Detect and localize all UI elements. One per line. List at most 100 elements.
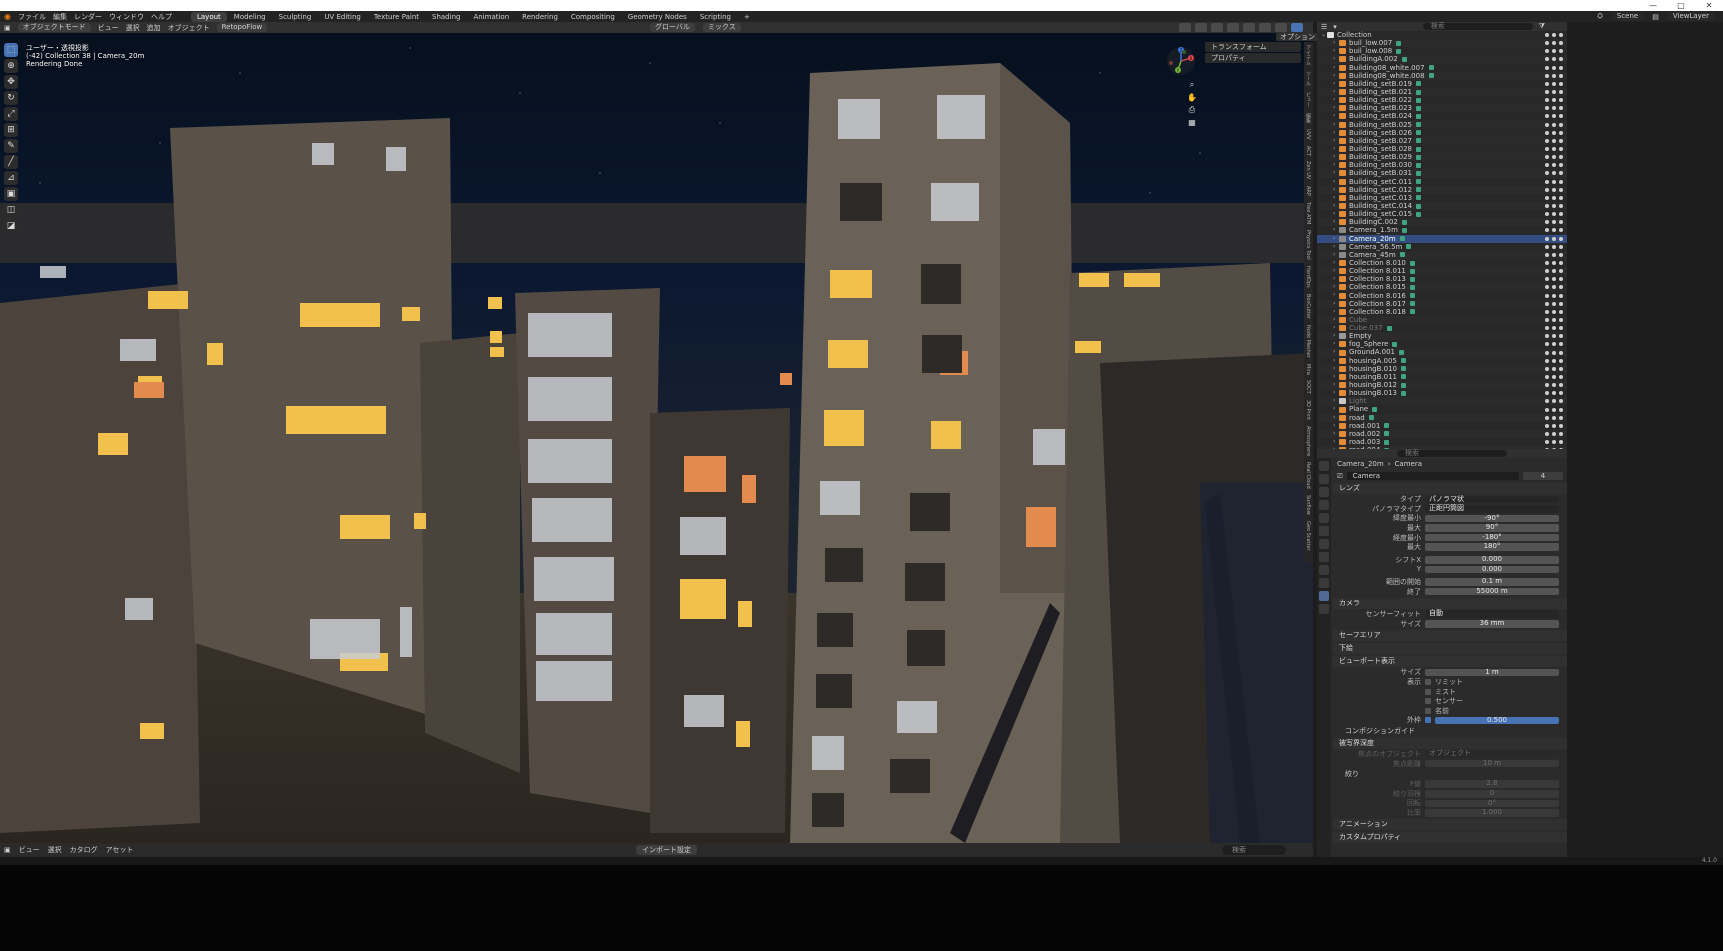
- data-badge-icon[interactable]: [1416, 203, 1422, 209]
- data-badge-icon[interactable]: [1415, 130, 1421, 136]
- blender-logo-icon[interactable]: ◉: [4, 12, 11, 21]
- checkbox-icon[interactable]: [1545, 252, 1549, 257]
- checkbox-icon[interactable]: [1545, 350, 1549, 355]
- outliner-row[interactable]: › buil_low.007: [1317, 39, 1567, 48]
- data-badge-icon[interactable]: [1401, 227, 1407, 233]
- outliner-row[interactable]: › Cube.037: [1317, 324, 1567, 332]
- menu-view[interactable]: ビュー: [98, 23, 119, 33]
- eye-icon[interactable]: [1552, 212, 1556, 217]
- expand-arrow-icon[interactable]: ›: [1333, 194, 1335, 202]
- checkbox-icon[interactable]: [1545, 106, 1549, 111]
- camera-render-icon[interactable]: [1559, 90, 1563, 95]
- camera-render-icon[interactable]: [1559, 163, 1563, 168]
- clip-end-field[interactable]: 55000 m: [1425, 587, 1559, 596]
- data-badge-icon[interactable]: [1428, 65, 1434, 71]
- limits-checkbox[interactable]: [1425, 679, 1431, 686]
- eye-icon[interactable]: [1552, 81, 1556, 86]
- checkbox-icon[interactable]: [1545, 334, 1549, 339]
- overlay-toggle-icon[interactable]: [1211, 23, 1223, 32]
- menu-add[interactable]: 追加: [147, 23, 161, 33]
- checkbox-icon[interactable]: [1545, 236, 1549, 241]
- checkbox-icon[interactable]: [1545, 138, 1549, 143]
- data-badge-icon[interactable]: [1399, 350, 1404, 356]
- outliner-row[interactable]: › Building_setB.023: [1317, 104, 1567, 113]
- expand-arrow-icon[interactable]: ›: [1333, 47, 1335, 55]
- data-badge-icon[interactable]: [1401, 366, 1407, 372]
- focus-distance-field[interactable]: 10 m: [1425, 759, 1559, 768]
- expand-arrow-icon[interactable]: ⌄: [1321, 31, 1326, 39]
- longitude-max-field[interactable]: 180°: [1425, 543, 1559, 552]
- expand-arrow-icon[interactable]: ›: [1333, 373, 1335, 381]
- outliner-row[interactable]: › Collection 8.016: [1317, 291, 1567, 300]
- camera-render-icon[interactable]: [1559, 41, 1563, 46]
- camera-render-icon[interactable]: [1559, 33, 1563, 38]
- outliner-row[interactable]: › Building_setC.015: [1317, 210, 1567, 218]
- asset-menu-asset[interactable]: アセット: [106, 845, 134, 855]
- outliner-row[interactable]: › road.001: [1317, 422, 1567, 430]
- checkbox-icon[interactable]: [1545, 277, 1549, 282]
- eye-icon[interactable]: [1552, 98, 1556, 103]
- sidebar-tab[interactable]: ACT: [1304, 143, 1312, 159]
- menu-help[interactable]: ヘルプ: [151, 12, 172, 22]
- data-badge-icon[interactable]: [1396, 48, 1402, 54]
- pan-hand-icon[interactable]: ✋: [1186, 93, 1198, 102]
- data-badge-icon[interactable]: [1384, 423, 1390, 429]
- outliner-row[interactable]: › Building_setB.030: [1317, 161, 1567, 169]
- camera-render-icon[interactable]: [1559, 204, 1563, 209]
- annotate-line-tool-icon[interactable]: ╱: [4, 155, 18, 169]
- data-badge-icon[interactable]: [1401, 390, 1407, 396]
- expand-arrow-icon[interactable]: ›: [1333, 145, 1335, 153]
- sensor-fit-dropdown[interactable]: 自動: [1425, 610, 1559, 619]
- eye-icon[interactable]: [1552, 106, 1556, 111]
- zoom-icon[interactable]: ⌕: [1186, 80, 1198, 90]
- checkbox-icon[interactable]: [1545, 57, 1549, 62]
- outliner-row[interactable]: › road.002: [1317, 430, 1567, 439]
- expand-arrow-icon[interactable]: ›: [1333, 405, 1335, 413]
- expand-arrow-icon[interactable]: ›: [1333, 39, 1335, 47]
- outliner-row[interactable]: › Collection 8.017: [1317, 300, 1567, 308]
- eye-icon[interactable]: [1552, 33, 1556, 38]
- sidebar-tab[interactable]: Node Mesher: [1304, 322, 1312, 361]
- camera-render-icon[interactable]: [1559, 171, 1563, 176]
- camera-render-icon[interactable]: [1559, 122, 1563, 127]
- outliner-row[interactable]: › Building_setC.011: [1317, 178, 1567, 186]
- eye-icon[interactable]: [1552, 122, 1556, 127]
- checkbox-icon[interactable]: [1545, 342, 1549, 347]
- outliner-row[interactable]: › Building_setB.024: [1317, 112, 1567, 120]
- eye-icon[interactable]: [1552, 171, 1556, 176]
- checkbox-icon[interactable]: [1545, 415, 1549, 420]
- add-workspace-button[interactable]: +: [738, 12, 756, 22]
- sidebar-tab[interactable]: ビュー: [1304, 89, 1313, 110]
- eye-icon[interactable]: [1552, 350, 1556, 355]
- expand-arrow-icon[interactable]: ›: [1333, 316, 1335, 324]
- depth-of-field-panel-header[interactable]: 被写界深度: [1333, 737, 1567, 749]
- eye-icon[interactable]: [1552, 366, 1556, 371]
- retopoflow-button[interactable]: RetopoFlow: [216, 23, 268, 32]
- longitude-min-field[interactable]: -180°: [1425, 533, 1559, 542]
- tab-sculpting[interactable]: Sculpting: [273, 12, 318, 22]
- camera-render-icon[interactable]: [1559, 342, 1563, 347]
- data-badge-icon[interactable]: [1386, 325, 1392, 331]
- expand-arrow-icon[interactable]: ›: [1333, 381, 1335, 389]
- menu-edit[interactable]: 編集: [53, 12, 67, 22]
- checkbox-icon[interactable]: [1545, 285, 1549, 290]
- render-tab-icon[interactable]: [1319, 474, 1329, 484]
- data-badge-icon[interactable]: [1416, 195, 1422, 201]
- measure-tool-icon[interactable]: ⊿: [4, 171, 18, 185]
- sidebar-tab[interactable]: Tree ATM: [1304, 199, 1312, 227]
- outliner-row[interactable]: › Collection 8.011: [1317, 267, 1567, 276]
- expand-arrow-icon[interactable]: ›: [1333, 283, 1335, 291]
- asset-menu-view[interactable]: ビュー: [19, 845, 40, 855]
- checkbox-icon[interactable]: [1545, 301, 1549, 306]
- checkbox-icon[interactable]: [1545, 171, 1549, 176]
- eye-icon[interactable]: [1552, 415, 1556, 420]
- lens-panel-header[interactable]: レンズ: [1333, 483, 1567, 494]
- gizmo-toggle-icon[interactable]: [1195, 23, 1207, 32]
- expand-arrow-icon[interactable]: ›: [1333, 389, 1335, 397]
- clip-start-field[interactable]: 0.1 m: [1425, 578, 1559, 586]
- sensor-size-field[interactable]: 36 mm: [1425, 619, 1559, 628]
- camera-render-icon[interactable]: [1559, 220, 1563, 225]
- user-count[interactable]: 4: [1523, 472, 1563, 480]
- expand-arrow-icon[interactable]: ›: [1333, 422, 1335, 430]
- eye-icon[interactable]: [1552, 204, 1556, 209]
